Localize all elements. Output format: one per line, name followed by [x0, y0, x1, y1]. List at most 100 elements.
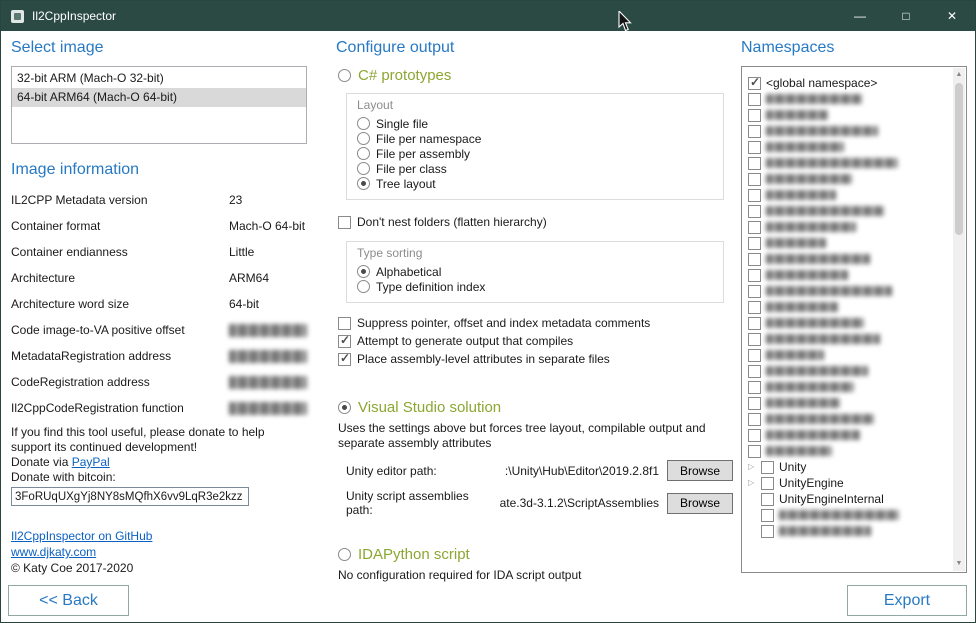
checkbox-icon[interactable] [748, 269, 761, 282]
checkbox-icon[interactable] [748, 429, 761, 442]
scroll-up-icon[interactable]: ▲ [956, 68, 963, 82]
checkbox-icon[interactable] [748, 189, 761, 202]
checkbox-icon[interactable] [748, 237, 761, 250]
namespace-row[interactable] [748, 411, 950, 427]
namespace-row[interactable] [748, 187, 950, 203]
checkbox-icon[interactable] [748, 109, 761, 122]
layout-option-radio[interactable]: File per class [357, 161, 713, 176]
namespace-row[interactable] [748, 523, 950, 539]
namespace-row[interactable] [748, 443, 950, 459]
namespace-row[interactable] [748, 395, 950, 411]
namespace-row[interactable]: <global namespace> [748, 75, 950, 91]
namespace-row[interactable] [748, 155, 950, 171]
github-link[interactable]: Il2CppInspector on GitHub [11, 529, 152, 543]
expander-icon[interactable]: ▷ [748, 475, 761, 491]
redacted-namespace [766, 126, 878, 136]
bitcoin-address-input[interactable] [11, 487, 249, 506]
expander-icon[interactable]: ▷ [748, 459, 761, 475]
namespace-row[interactable] [748, 427, 950, 443]
namespace-row[interactable]: ▷Unity [748, 459, 950, 475]
namespace-row[interactable] [748, 219, 950, 235]
checkbox-icon[interactable] [748, 93, 761, 106]
browse-button[interactable]: Browse [667, 493, 733, 514]
checkbox-icon[interactable] [748, 365, 761, 378]
namespace-row[interactable] [748, 171, 950, 187]
namespace-row[interactable] [748, 91, 950, 107]
checkbox-icon[interactable] [761, 509, 774, 522]
checkbox-icon[interactable] [748, 333, 761, 346]
checkbox-icon[interactable] [748, 125, 761, 138]
namespace-row[interactable] [748, 379, 950, 395]
layout-option-radio[interactable]: File per namespace [357, 131, 713, 146]
namespace-row[interactable] [748, 235, 950, 251]
links-block: Il2CppInspector on GitHub www.djkaty.com… [11, 528, 307, 576]
namespace-row[interactable] [748, 299, 950, 315]
namespace-row[interactable] [748, 363, 950, 379]
option-checkbox[interactable]: Place assembly-level attributes in separ… [338, 350, 733, 368]
namespace-row[interactable] [748, 331, 950, 347]
checkbox-icon[interactable] [748, 397, 761, 410]
checkbox-icon[interactable] [748, 301, 761, 314]
checkbox-icon[interactable] [748, 253, 761, 266]
namespace-row[interactable] [748, 283, 950, 299]
image-list-item[interactable]: 64-bit ARM64 (Mach-O 64-bit) [12, 88, 306, 107]
checkbox-icon[interactable] [748, 349, 761, 362]
namespace-row[interactable] [748, 507, 950, 523]
layout-option-radio[interactable]: File per assembly [357, 146, 713, 161]
vs-mode-radio[interactable]: Visual Studio solution [338, 397, 733, 417]
option-checkboxes: Suppress pointer, offset and index metad… [338, 314, 733, 368]
namespace-row[interactable] [748, 123, 950, 139]
close-button[interactable]: ✕ [929, 1, 975, 31]
namespace-row[interactable] [748, 139, 950, 155]
checkbox-icon[interactable] [748, 381, 761, 394]
option-checkbox[interactable]: Suppress pointer, offset and index metad… [338, 314, 733, 332]
maximize-button[interactable]: □ [883, 1, 929, 31]
sorting-option-radio[interactable]: Type definition index [357, 279, 713, 294]
image-info-table: IL2CPP Metadata version23Container forma… [11, 187, 307, 421]
scrollbar-thumb[interactable] [955, 83, 963, 235]
image-list-item[interactable]: 32-bit ARM (Mach-O 32-bit) [12, 69, 306, 88]
image-listbox[interactable]: 32-bit ARM (Mach-O 32-bit)64-bit ARM64 (… [11, 66, 307, 144]
redacted-namespace [766, 110, 828, 120]
namespace-row[interactable]: ▷ UnityEngine [748, 475, 950, 491]
back-button[interactable]: << Back [8, 585, 129, 616]
checkbox-icon[interactable] [748, 157, 761, 170]
paypal-link[interactable]: PayPal [72, 455, 110, 469]
sorting-option-radio[interactable]: Alphabetical [357, 264, 713, 279]
layout-option-radio[interactable]: Tree layout [357, 176, 713, 191]
namespace-row[interactable] [748, 315, 950, 331]
option-checkbox[interactable]: Attempt to generate output that compiles [338, 332, 733, 350]
namespace-row[interactable]: UnityEngineInternal [748, 491, 950, 507]
minimize-button[interactable]: — [837, 1, 883, 31]
checkbox-icon[interactable] [748, 205, 761, 218]
checkbox-icon[interactable] [748, 445, 761, 458]
checkbox-icon[interactable] [748, 317, 761, 330]
checkbox-icon[interactable] [748, 285, 761, 298]
namespace-row[interactable] [748, 251, 950, 267]
redacted-namespace [766, 318, 864, 328]
csharp-mode-radio[interactable]: C# prototypes [338, 65, 733, 85]
layout-option-radio[interactable]: Single file [357, 116, 713, 131]
checkbox-icon[interactable] [761, 477, 774, 490]
ida-mode-radio[interactable]: IDAPython script [338, 544, 733, 564]
checkbox-icon[interactable] [761, 461, 774, 474]
checkbox-icon[interactable] [748, 221, 761, 234]
namespace-label: UnityEngine [779, 476, 844, 490]
checkbox-icon[interactable] [748, 77, 761, 90]
namespace-row[interactable] [748, 203, 950, 219]
namespace-row[interactable] [748, 347, 950, 363]
checkbox-icon[interactable] [748, 173, 761, 186]
redacted-namespace [766, 446, 832, 456]
namespace-row[interactable] [748, 267, 950, 283]
browse-button[interactable]: Browse [667, 460, 733, 481]
checkbox-icon[interactable] [761, 493, 774, 506]
website-link[interactable]: www.djkaty.com [11, 545, 96, 559]
scroll-down-icon[interactable]: ▼ [956, 557, 963, 571]
flatten-checkbox[interactable]: Don't nest folders (flatten hierarchy) [338, 213, 733, 231]
namespace-row[interactable] [748, 107, 950, 123]
checkbox-icon[interactable] [748, 413, 761, 426]
export-button[interactable]: Export [847, 585, 967, 616]
checkbox-icon[interactable] [761, 525, 774, 538]
scrollbar[interactable]: ▲ ▼ [953, 68, 965, 571]
checkbox-icon[interactable] [748, 141, 761, 154]
